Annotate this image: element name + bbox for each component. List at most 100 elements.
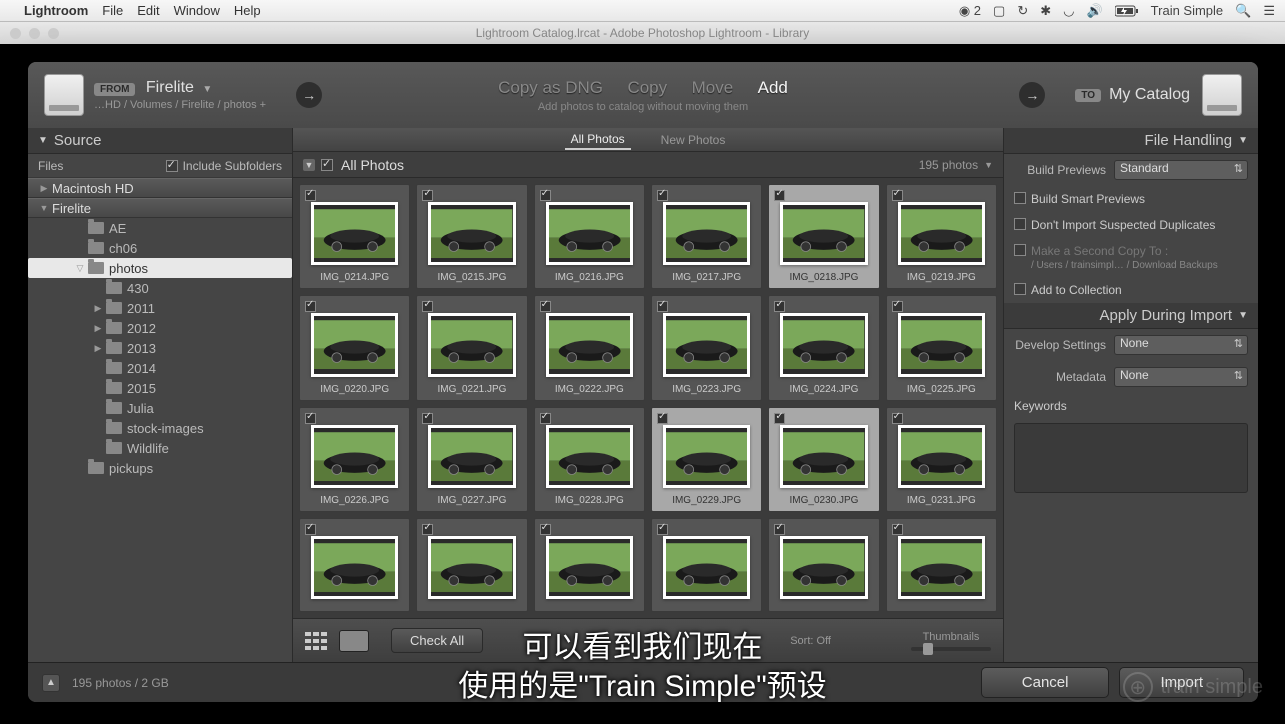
expand-icon[interactable]: ▲ [42, 674, 60, 692]
duplicates-checkbox[interactable] [1014, 218, 1026, 230]
from-dropdown-icon[interactable]: ▼ [202, 84, 212, 95]
thumbnail-cell[interactable]: IMG_0226.JPG [299, 407, 410, 512]
thumbnail-cell[interactable]: IMG_0214.JPG [299, 184, 410, 289]
volume-icon[interactable]: 🔊 [1086, 3, 1102, 19]
thumbnail-checkbox[interactable] [540, 413, 551, 424]
folder-stock-images[interactable]: stock-images [28, 418, 292, 438]
folder-2014[interactable]: 2014 [28, 358, 292, 378]
thumbnail-checkbox[interactable] [305, 413, 316, 424]
thumbnail-checkbox[interactable] [540, 301, 551, 312]
file-handling-header[interactable]: File Handling▼ [1004, 128, 1258, 154]
folder-2015[interactable]: 2015 [28, 378, 292, 398]
thumbnail-cell[interactable]: IMG_0220.JPG [299, 295, 410, 400]
thumbnail-checkbox[interactable] [422, 413, 433, 424]
menu-edit[interactable]: Edit [137, 3, 159, 18]
thumbnail-cell[interactable]: IMG_0216.JPG [534, 184, 645, 289]
thumbnail-cell[interactable]: IMG_0228.JPG [534, 407, 645, 512]
thumbnail-checkbox[interactable] [657, 301, 668, 312]
mode-copy[interactable]: Copy [627, 78, 667, 97]
bluetooth-icon[interactable]: ✱ [1040, 3, 1051, 19]
thumbnail-checkbox[interactable] [540, 190, 551, 201]
menu-file[interactable]: File [102, 3, 123, 18]
mode-copy-dng[interactable]: Copy as DNG [498, 78, 603, 97]
thumbnail-size-slider[interactable] [911, 647, 991, 651]
folder-photos[interactable]: ▽photos [28, 258, 292, 278]
thumbnail-cell[interactable]: IMG_0231.JPG [886, 407, 997, 512]
tab-new-photos[interactable]: New Photos [655, 131, 732, 149]
source-header[interactable]: ▼Source [28, 128, 292, 154]
thumbnail-checkbox[interactable] [657, 413, 668, 424]
thumbnail-cell[interactable] [299, 518, 410, 612]
grid-check-all[interactable] [321, 159, 333, 171]
thumbnail-checkbox[interactable] [305, 301, 316, 312]
notifications-icon[interactable]: ☰ [1263, 3, 1275, 19]
thumbnail-cell[interactable]: IMG_0215.JPG [416, 184, 527, 289]
thumbnail-checkbox[interactable] [892, 190, 903, 201]
thumbnail-cell[interactable] [651, 518, 762, 612]
tab-all-photos[interactable]: All Photos [565, 130, 631, 150]
grid-view-icon[interactable] [305, 632, 329, 650]
thumbnail-cell[interactable] [768, 518, 879, 612]
thumbnail-cell[interactable]: IMG_0218.JPG [768, 184, 879, 289]
apply-import-header[interactable]: Apply During Import▼ [1004, 303, 1258, 329]
loupe-view-button[interactable] [339, 630, 369, 652]
thumbnail-cell[interactable]: IMG_0217.JPG [651, 184, 762, 289]
thumbnail-checkbox[interactable] [657, 190, 668, 201]
menu-window[interactable]: Window [174, 3, 220, 18]
thumbnail-cell[interactable]: IMG_0230.JPG [768, 407, 879, 512]
to-name[interactable]: My Catalog [1109, 86, 1190, 104]
second-copy-checkbox[interactable] [1014, 244, 1026, 256]
sort-icon[interactable]: ▼ [984, 160, 993, 170]
thumbnail-checkbox[interactable] [422, 190, 433, 201]
thumbnail-checkbox[interactable] [892, 524, 903, 535]
thumbnail-checkbox[interactable] [892, 301, 903, 312]
mode-move[interactable]: Move [692, 78, 734, 97]
thumbnail-checkbox[interactable] [892, 413, 903, 424]
thumbnail-cell[interactable]: IMG_0223.JPG [651, 295, 762, 400]
folder-2013[interactable]: ▶2013 [28, 338, 292, 358]
menu-help[interactable]: Help [234, 3, 261, 18]
thumbnail-cell[interactable] [534, 518, 645, 612]
thumbnail-checkbox[interactable] [305, 190, 316, 201]
thumbnail-checkbox[interactable] [774, 524, 785, 535]
close-icon[interactable] [10, 28, 21, 39]
menu-app[interactable]: Lightroom [24, 3, 88, 18]
thumbnail-cell[interactable]: IMG_0227.JPG [416, 407, 527, 512]
thumbnail-checkbox[interactable] [774, 301, 785, 312]
develop-settings-select[interactable]: None [1114, 335, 1248, 355]
folder-ae[interactable]: AE [28, 218, 292, 238]
from-name[interactable]: Firelite [146, 79, 194, 96]
cc-icon[interactable]: ◉ 2 [959, 3, 981, 19]
add-collection-checkbox[interactable] [1014, 283, 1026, 295]
timemachine-icon[interactable]: ↻ [1017, 3, 1028, 19]
grid-collapse-icon[interactable]: ▼ [303, 159, 315, 171]
volume-macintosh-hd[interactable]: ▶Macintosh HD [28, 178, 292, 198]
thumbnail-checkbox[interactable] [422, 524, 433, 535]
thumbnail-cell[interactable]: IMG_0225.JPG [886, 295, 997, 400]
airplay-icon[interactable]: ▢ [993, 3, 1005, 19]
thumbnail-checkbox[interactable] [774, 413, 785, 424]
keywords-input[interactable] [1014, 423, 1248, 493]
cancel-button[interactable]: Cancel [981, 667, 1110, 698]
wifi-icon[interactable]: ◡ [1063, 3, 1074, 19]
folder-pickups[interactable]: pickups [28, 458, 292, 478]
minimize-icon[interactable] [29, 28, 40, 39]
folder-2012[interactable]: ▶2012 [28, 318, 292, 338]
thumbnail-cell[interactable] [886, 518, 997, 612]
spotlight-icon[interactable]: 🔍 [1235, 3, 1251, 19]
thumbnail-cell[interactable]: IMG_0219.JPG [886, 184, 997, 289]
traffic-lights[interactable] [10, 28, 59, 39]
metadata-select[interactable]: None [1114, 367, 1248, 387]
volume-firelite[interactable]: ▼Firelite [28, 198, 292, 218]
thumbnail-cell[interactable]: IMG_0222.JPG [534, 295, 645, 400]
folder-430[interactable]: 430 [28, 278, 292, 298]
include-subfolders-checkbox[interactable] [166, 160, 178, 172]
mode-add[interactable]: Add [758, 78, 788, 97]
thumbnail-cell[interactable]: IMG_0221.JPG [416, 295, 527, 400]
folder-julia[interactable]: Julia [28, 398, 292, 418]
check-all-button[interactable]: Check All [391, 628, 483, 653]
zoom-icon[interactable] [48, 28, 59, 39]
thumbnail-cell[interactable]: IMG_0224.JPG [768, 295, 879, 400]
thumbnail-checkbox[interactable] [540, 524, 551, 535]
folder-2011[interactable]: ▶2011 [28, 298, 292, 318]
